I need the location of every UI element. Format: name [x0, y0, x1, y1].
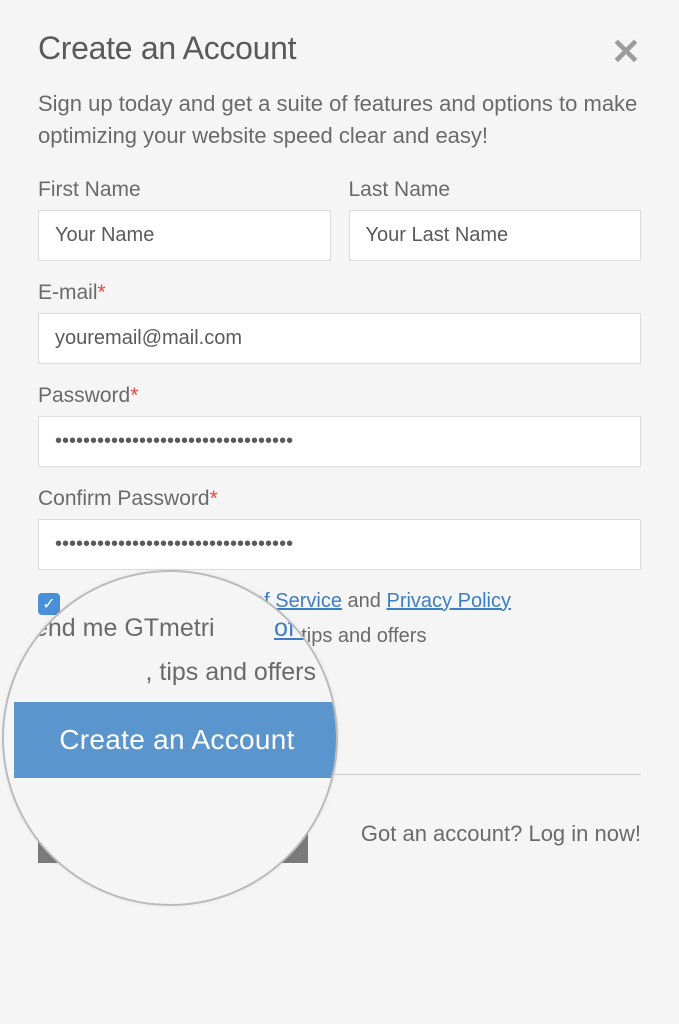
create-account-button[interactable]: Create an Account [14, 702, 338, 778]
confirm-password-group: Confirm Password* [38, 487, 641, 570]
login-prompt: Got an account? Log in now! [361, 821, 641, 847]
first-name-input[interactable] [38, 210, 331, 261]
first-name-group: First Name [38, 178, 331, 261]
last-name-label: Last Name [349, 178, 642, 202]
last-name-group: Last Name [349, 178, 642, 261]
modal-subtitle: Sign up today and get a suite of feature… [38, 88, 641, 152]
password-label: Password* [38, 384, 641, 408]
email-input[interactable] [38, 313, 641, 364]
magnified-newsletter-text: end me GTmetri [34, 614, 215, 643]
password-group: Password* [38, 384, 641, 467]
email-group: E-mail* [38, 281, 641, 364]
magnified-tos-fragment: of Service and Privacy Policy [274, 614, 338, 643]
magnified-tips-text: , tips and offers [146, 658, 316, 687]
magnifier-overlay: end me GTmetri of Service and Privacy Po… [2, 570, 338, 906]
name-row: First Name Last Name [38, 178, 641, 261]
modal-title: Create an Account [38, 30, 296, 67]
close-icon[interactable]: ✕ [611, 34, 641, 70]
password-input[interactable] [38, 416, 641, 467]
modal-header: Create an Account ✕ [38, 30, 641, 70]
email-label: E-mail* [38, 281, 641, 305]
last-name-input[interactable] [349, 210, 642, 261]
privacy-policy-link[interactable]: Privacy Policy [386, 590, 510, 612]
first-name-label: First Name [38, 178, 331, 202]
confirm-password-input[interactable] [38, 519, 641, 570]
confirm-password-label: Confirm Password* [38, 487, 641, 511]
